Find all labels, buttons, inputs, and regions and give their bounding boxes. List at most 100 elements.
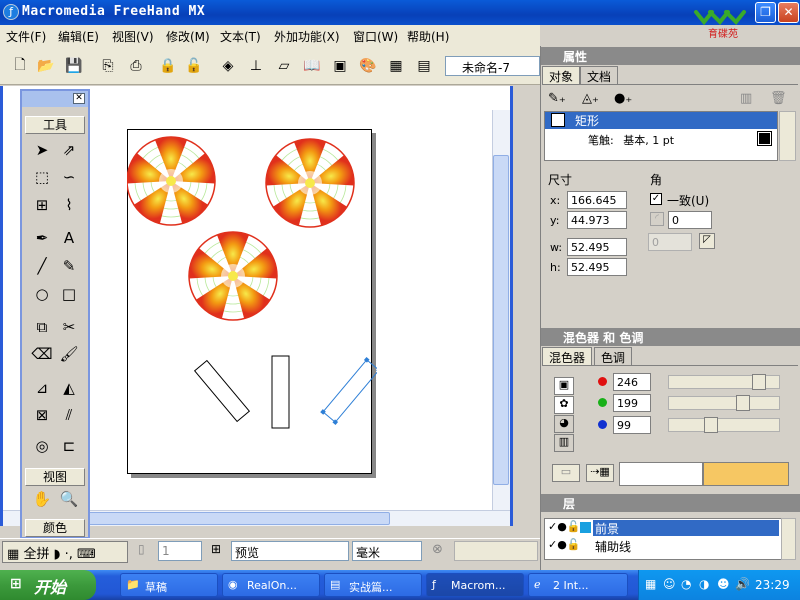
text-tool-icon[interactable]: A — [58, 227, 80, 249]
vertical-rectangle[interactable] — [271, 355, 290, 429]
group-icon[interactable]: ◈ — [218, 56, 238, 76]
page-tool-icon[interactable]: ⬚ — [31, 166, 53, 188]
menu-text[interactable]: 文本(T) — [220, 28, 261, 45]
styles-icon[interactable]: ▣ — [330, 56, 350, 76]
layer-visible-icon[interactable]: ✓●🔓 — [548, 538, 581, 551]
horizontal-scroll-thumb[interactable] — [80, 512, 390, 525]
layer-row-guides[interactable]: ✓●🔓 辅助线 — [545, 538, 780, 555]
tray-volume-icon[interactable]: 🔊 — [735, 577, 750, 591]
menu-window[interactable]: 窗口(W) — [353, 28, 398, 45]
blue-slider-thumb[interactable] — [704, 417, 718, 433]
layers-scrollbar[interactable] — [781, 518, 796, 560]
open-folder-icon[interactable]: 📂 — [36, 56, 56, 76]
task-shizhan[interactable]: ▤ 实战篇... — [324, 573, 422, 597]
stroke-color-swatch[interactable] — [757, 131, 772, 146]
uniform-checkbox[interactable]: ✓ — [650, 193, 662, 205]
task-drafts[interactable]: 📁 草稿 — [120, 573, 218, 597]
ime-keyboard-icon[interactable]: ⌨ — [77, 547, 96, 562]
red-slider-thumb[interactable] — [752, 374, 766, 390]
fill-tool-icon[interactable]: ◭ — [58, 377, 80, 399]
ime-punct-icon[interactable]: ·, — [65, 547, 73, 562]
mixer-header[interactable]: 混色器 和 色调 — [541, 328, 800, 346]
menu-view[interactable]: 视图(V) — [112, 28, 154, 45]
ime-grid-icon[interactable]: ▦ — [7, 547, 19, 562]
green-slider[interactable] — [668, 396, 780, 410]
library-icon[interactable]: 📖 — [302, 56, 322, 76]
tab-document[interactable]: 文档 — [580, 66, 619, 84]
add-to-swatches-icon[interactable]: ▭ — [552, 464, 580, 482]
h-input[interactable]: 52.495 — [567, 258, 627, 276]
ime-bar[interactable]: ▦ 全拼 ◗ ·, ⌨ — [2, 541, 128, 563]
view-mode-select[interactable]: 预览 — [231, 541, 349, 561]
color-palette-icon[interactable]: 🎨 — [358, 56, 378, 76]
restore-window-button[interactable]: ❐ — [755, 2, 776, 23]
swatch-grid-icon[interactable]: ⇢▦ — [586, 464, 614, 482]
tools-close-icon[interactable]: ✕ — [73, 93, 85, 104]
page-number-input[interactable]: 1 — [158, 541, 202, 561]
rotated-rectangle-left[interactable] — [193, 359, 251, 423]
tray-cd-icon[interactable]: ◔ — [681, 577, 691, 591]
units-select[interactable]: 毫米 — [352, 541, 422, 561]
document-select[interactable]: 未命名-7 — [445, 56, 540, 76]
pencil-tool-icon[interactable]: ✎ — [58, 255, 80, 277]
text-flow-icon[interactable]: ▱ — [274, 56, 294, 76]
mirror-tool-icon[interactable]: ⫽ — [58, 404, 80, 426]
ime-moon-icon[interactable]: ◗ — [54, 547, 61, 562]
layer-row-foreground[interactable]: ✓●🔓 前景 — [545, 520, 780, 537]
connector-tool-icon[interactable]: ⊏ — [58, 435, 80, 457]
brush-tool-icon[interactable]: 🖌 — [58, 343, 80, 365]
start-button[interactable]: ⊞ 开始 — [0, 570, 96, 600]
artwork-layer[interactable] — [127, 129, 377, 479]
scale-tool-icon[interactable]: ⊞ — [31, 194, 53, 216]
rectangle-tool-icon[interactable]: □ — [58, 283, 80, 305]
tray-network-icon[interactable]: ▦ — [645, 577, 656, 591]
align-icon[interactable]: ⊥ — [246, 56, 266, 76]
transform-tool-icon[interactable]: ⧉ — [31, 316, 53, 338]
tab-tints[interactable]: 色调 — [594, 347, 633, 365]
freehand-app-icon[interactable]: ƒ — [3, 4, 19, 20]
cmyk-mode-icon[interactable]: ▣ — [554, 377, 574, 395]
system-color-icon[interactable]: ▥ — [554, 434, 574, 452]
pointer-tool-icon[interactable]: ➤ — [31, 139, 53, 161]
target-graphic-2[interactable] — [262, 138, 358, 229]
lock-icon[interactable]: 🔒 — [158, 56, 178, 76]
task-realone[interactable]: ◉ RealOn... — [222, 573, 320, 597]
ellipse-tool-icon[interactable]: ○ — [31, 283, 53, 305]
trace-tool-icon[interactable]: ◎ — [31, 435, 53, 457]
trash-icon[interactable]: 🗑 — [770, 91, 787, 106]
perspective-tool-icon[interactable]: ⊿ — [31, 377, 53, 399]
menu-help[interactable]: 帮助(H) — [407, 28, 449, 45]
x-input[interactable]: 166.645 — [567, 191, 627, 209]
eyedropper-tool-icon[interactable]: ⌇ — [58, 194, 80, 216]
layer-color-icon[interactable] — [580, 522, 591, 533]
page-prev-icon[interactable]: ▯ — [138, 542, 152, 560]
rgb-mode-icon[interactable]: ✿ — [554, 396, 574, 414]
object-list-scrollbar[interactable] — [779, 111, 796, 161]
graphic-hose-icon[interactable]: ⊠ — [31, 404, 53, 426]
zoom-tool-icon[interactable]: 🔍 — [58, 488, 80, 510]
selected-rectangle[interactable] — [320, 356, 377, 426]
blue-input[interactable]: 99 — [613, 416, 651, 434]
duplicate-icon[interactable]: ▥ — [740, 91, 752, 106]
add-stroke-icon[interactable]: ✎₊ — [548, 91, 566, 106]
tray-antivirus-icon[interactable]: ◑ — [699, 577, 709, 591]
menu-file[interactable]: 文件(F) — [6, 28, 46, 45]
menu-modify[interactable]: 修改(M) — [166, 28, 210, 45]
export-icon[interactable]: ⎙ — [126, 56, 146, 76]
object-row-rectangle[interactable]: 矩形 — [545, 112, 777, 129]
vertical-scroll-thumb[interactable] — [493, 155, 509, 485]
pen-tool-icon[interactable]: ✒ — [31, 227, 53, 249]
layers-header[interactable]: 层 — [541, 494, 800, 512]
hand-tool-icon[interactable]: ✋ — [31, 488, 53, 510]
task-internet[interactable]: ℯ 2 Int... — [528, 573, 628, 597]
properties-header[interactable]: 属性 — [541, 47, 800, 65]
tab-object[interactable]: 对象 — [542, 66, 581, 84]
eraser-tool-icon[interactable]: ⌫ — [31, 343, 53, 365]
menu-xtras[interactable]: 外加功能(X) — [274, 28, 340, 45]
ime-mode[interactable]: 全拼 — [23, 547, 49, 562]
stroke-row[interactable]: 笔触: 基本, 1 pt — [588, 132, 674, 149]
subselect-tool-icon[interactable]: ⇗ — [58, 139, 80, 161]
knife-tool-icon[interactable]: ✂ — [58, 316, 80, 338]
save-icon[interactable]: 💾 — [64, 56, 84, 76]
target-graphic-3[interactable] — [185, 231, 281, 322]
